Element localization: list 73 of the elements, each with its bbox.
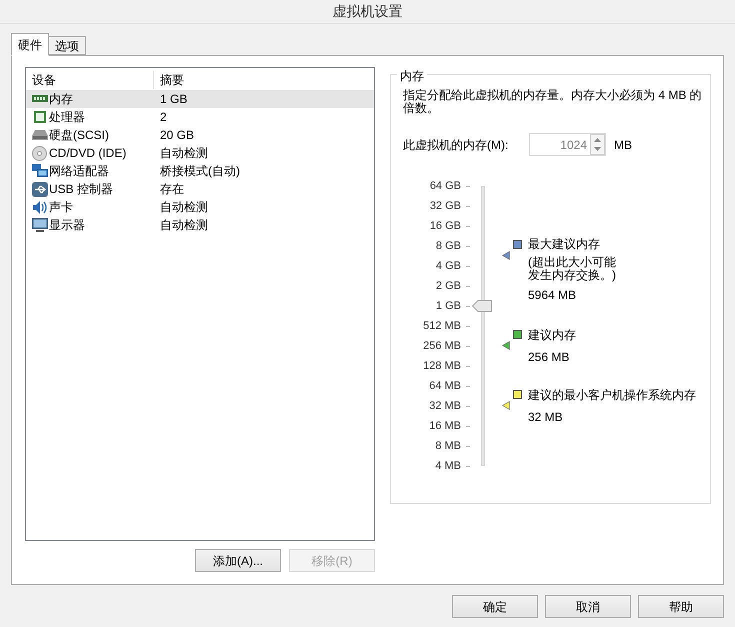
tick-label: 4 GB — [436, 258, 461, 274]
tick-label: 16 GB — [430, 218, 461, 234]
device-summary: 存在 — [159, 181, 184, 198]
legend-value: 256 MB — [527, 348, 570, 366]
device-row[interactable]: 内存 1 GB — [26, 90, 374, 108]
legend-value: 5964 MB — [527, 287, 578, 304]
speaker-icon — [32, 200, 48, 214]
window-title: 虚拟机设置 — [332, 2, 402, 21]
device-name: 声卡 — [49, 199, 73, 216]
tick-label: 512 MB — [423, 318, 461, 334]
device-name: 硬盘(SCSI) — [49, 127, 109, 144]
legend-note: (超出此大小可能 — [527, 256, 616, 270]
monitor-icon — [32, 218, 48, 232]
device-summary: 1 GB — [159, 91, 188, 108]
cancel-button[interactable]: 取消 — [545, 595, 631, 618]
device-row[interactable]: 网络适配器 桥接模式(自动) — [26, 162, 374, 180]
legend-title: 建议的最小客户机操作系统内存 — [528, 386, 696, 404]
legend-title: 建议内存 — [528, 326, 576, 344]
tick-label: 32 GB — [430, 198, 461, 214]
tick-label: 8 MB — [435, 438, 461, 454]
legend-swatch — [513, 330, 522, 340]
device-summary: 自动检测 — [159, 217, 208, 234]
field-label: 此虚拟机的内存(M): — [403, 136, 510, 154]
device-summary: 桥接模式(自动) — [159, 163, 240, 180]
processor-icon — [32, 110, 46, 124]
help-button[interactable]: 帮助 — [638, 595, 724, 618]
memory-spin-field[interactable]: 1024 — [529, 133, 606, 156]
device-summary: 自动检测 — [159, 199, 208, 216]
tick-label: 16 MB — [429, 418, 461, 434]
unit-label: MB — [614, 136, 632, 154]
device-name: USB 控制器 — [49, 181, 114, 198]
memory-chip-icon — [32, 94, 48, 104]
tick-label: 4 MB — [435, 458, 461, 474]
column-header[interactable]: 设备 — [26, 71, 154, 89]
memory-value: 1024 — [559, 136, 588, 154]
device-row[interactable]: 声卡 自动检测 — [26, 198, 374, 216]
legend-title: 最大建议内存 — [528, 236, 600, 254]
legend-value: 32 MB — [527, 408, 564, 426]
tick-label: 128 MB — [423, 358, 461, 374]
legend-swatch — [513, 390, 522, 400]
device-row[interactable]: USB 控制器 存在 — [26, 180, 374, 198]
tick-label: 32 MB — [429, 398, 461, 414]
legend-swatch — [513, 240, 522, 249]
device-name: 网络适配器 — [49, 163, 109, 180]
tick-label: 2 GB — [436, 278, 461, 294]
device-summary: 2 — [159, 109, 167, 126]
tab[interactable]: 硬件 — [11, 33, 49, 56]
memory-description: 指定分配给此虚拟机的内存量。内存大小必须为 4 MB 的倍数。 — [403, 89, 703, 115]
network-monitors-icon — [32, 164, 48, 178]
device-row[interactable]: 硬盘(SCSI) 20 GB — [26, 126, 374, 144]
disc-icon — [32, 146, 47, 160]
add-button[interactable]: 添加(A)... — [195, 549, 281, 572]
device-row[interactable]: 显示器 自动检测 — [26, 216, 374, 234]
device-summary: 自动检测 — [159, 145, 208, 162]
slider-thumb[interactable] — [472, 300, 492, 312]
column-header[interactable]: 摘要 — [154, 71, 184, 89]
device-name: 内存 — [49, 91, 73, 108]
device-name: 显示器 — [49, 217, 85, 234]
tick-label: 64 GB — [430, 178, 461, 194]
device-summary: 20 GB — [159, 127, 194, 144]
tick-label: 256 MB — [423, 338, 461, 354]
tick-label: 8 GB — [436, 238, 461, 254]
spinner-arrows-icon[interactable] — [590, 134, 605, 155]
device-row[interactable]: 处理器 2 — [26, 108, 374, 126]
usb-icon — [32, 182, 48, 196]
tab[interactable]: 选项 — [48, 36, 86, 55]
legend-note: 发生内存交换。) — [527, 269, 616, 282]
ok-button[interactable]: 确定 — [452, 595, 538, 618]
device-name: 处理器 — [49, 109, 85, 126]
device-row[interactable]: CD/DVD (IDE) 自动检测 — [26, 144, 374, 162]
tick-label: 1 GB — [436, 298, 461, 314]
tick-label: 64 MB — [429, 378, 461, 394]
device-name: CD/DVD (IDE) — [49, 145, 126, 162]
